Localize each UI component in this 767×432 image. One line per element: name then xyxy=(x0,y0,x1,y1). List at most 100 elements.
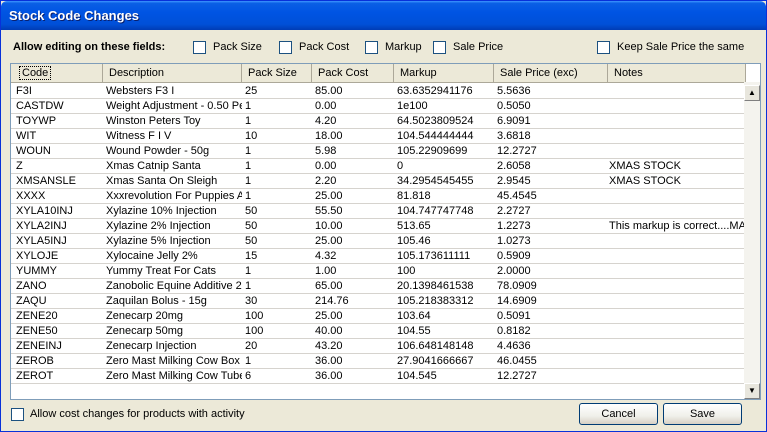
cell-pack-cost[interactable]: 4.20 xyxy=(315,114,393,128)
cell-sale-price[interactable]: 1.2273 xyxy=(497,219,605,233)
cell-notes[interactable]: XMAS STOCK xyxy=(609,159,745,173)
cell-code[interactable]: WIT xyxy=(16,129,102,143)
cell-markup[interactable]: 64.5023809524 xyxy=(397,114,493,128)
cell-pack-cost[interactable]: 214.76 xyxy=(315,294,393,308)
cell-pack-cost[interactable]: 0.00 xyxy=(315,159,393,173)
cell-description[interactable]: Yummy Treat For Cats xyxy=(106,264,242,278)
cell-notes[interactable] xyxy=(609,324,745,338)
checkbox-box[interactable] xyxy=(433,41,446,54)
cell-pack-cost[interactable]: 43.20 xyxy=(315,339,393,353)
cell-pack-cost[interactable]: 36.00 xyxy=(315,354,393,368)
cell-pack-cost[interactable]: 25.00 xyxy=(315,309,393,323)
cell-description[interactable]: Websters F3 I xyxy=(106,84,242,98)
cell-markup[interactable]: 104.545 xyxy=(397,369,493,383)
cell-sale-price[interactable]: 12.2727 xyxy=(497,369,605,383)
cell-description[interactable]: Weight Adjustment - 0.50 Pe xyxy=(106,99,242,113)
table-row[interactable]: YUMMY Yummy Treat For Cats 1 1.00 100 2.0000 xyxy=(11,263,746,279)
table-row[interactable]: XYLA2INJ Xylazine 2% Injection 50 10.00 513.… xyxy=(11,218,746,234)
cell-pack-cost[interactable]: 85.00 xyxy=(315,84,393,98)
cell-pack-cost[interactable]: 2.20 xyxy=(315,174,393,188)
cell-sale-price[interactable]: 14.6909 xyxy=(497,294,605,308)
checkbox-box[interactable] xyxy=(11,408,24,421)
cell-notes[interactable]: This markup is correct....MA xyxy=(609,219,745,233)
cell-markup[interactable]: 34.2954545455 xyxy=(397,174,493,188)
cell-notes[interactable] xyxy=(609,189,745,203)
cell-pack-cost[interactable]: 10.00 xyxy=(315,219,393,233)
cell-pack-cost[interactable]: 0.00 xyxy=(315,99,393,113)
column-header-markup[interactable]: Markup xyxy=(394,64,494,82)
checkbox-box[interactable] xyxy=(279,41,292,54)
cell-sale-price[interactable]: 2.6058 xyxy=(497,159,605,173)
cell-code[interactable]: ZEROB xyxy=(16,354,102,368)
cell-description[interactable]: Xylazine 5% Injection xyxy=(106,234,242,248)
cell-pack-size[interactable]: 1 xyxy=(245,264,309,278)
cell-notes[interactable] xyxy=(609,279,745,293)
cell-pack-size[interactable]: 25 xyxy=(245,84,309,98)
table-row[interactable]: ZEROB Zero Mast Milking Cow Box 1 36.00 27.9… xyxy=(11,353,746,369)
cell-code[interactable]: ZAQU xyxy=(16,294,102,308)
cell-pack-size[interactable]: 50 xyxy=(245,234,309,248)
cell-pack-size[interactable]: 50 xyxy=(245,219,309,233)
cell-code[interactable]: Z xyxy=(16,159,102,173)
cell-pack-cost[interactable]: 36.00 xyxy=(315,369,393,383)
cell-pack-size[interactable]: 15 xyxy=(245,249,309,263)
cell-markup[interactable]: 105.173611111 xyxy=(397,249,493,263)
cell-markup[interactable]: 103.64 xyxy=(397,309,493,323)
checkbox-box[interactable] xyxy=(365,41,378,54)
cell-markup[interactable]: 1e100 xyxy=(397,99,493,113)
cell-markup[interactable]: 81.818 xyxy=(397,189,493,203)
cell-code[interactable]: XMSANSLE xyxy=(16,174,102,188)
cell-markup[interactable]: 27.9041666667 xyxy=(397,354,493,368)
cell-sale-price[interactable]: 2.2727 xyxy=(497,204,605,218)
cell-sale-price[interactable]: 46.0455 xyxy=(497,354,605,368)
table-row[interactable]: CASTDW Weight Adjustment - 0.50 Pe 1 0.00 1e… xyxy=(11,98,746,114)
cell-code[interactable]: F3I xyxy=(16,84,102,98)
cell-sale-price[interactable]: 12.2727 xyxy=(497,144,605,158)
cell-pack-size[interactable]: 1 xyxy=(245,189,309,203)
cell-description[interactable]: Witness F I V xyxy=(106,129,242,143)
save-button[interactable]: Save xyxy=(663,403,742,425)
checkbox-box[interactable] xyxy=(597,41,610,54)
cell-pack-size[interactable]: 1 xyxy=(245,279,309,293)
cell-code[interactable]: CASTDW xyxy=(16,99,102,113)
cell-markup[interactable]: 20.1398461538 xyxy=(397,279,493,293)
stock-code-grid[interactable]: Code Description Pack Size Pack Cost Mar… xyxy=(10,63,761,400)
scroll-up-arrow-icon[interactable]: ▲ xyxy=(744,85,760,101)
cell-notes[interactable] xyxy=(609,294,745,308)
table-row[interactable]: ZAQU Zaquilan Bolus - 15g 30 214.76 105.2183… xyxy=(11,293,746,309)
cell-sale-price[interactable]: 2.9545 xyxy=(497,174,605,188)
table-row[interactable]: XYLOJE Xylocaine Jelly 2% 15 4.32 105.173611… xyxy=(11,248,746,264)
table-row[interactable]: ZENE20 Zenecarp 20mg 100 25.00 103.64 0.5091 xyxy=(11,308,746,324)
cancel-button[interactable]: Cancel xyxy=(579,403,658,425)
cell-code[interactable]: ZENE50 xyxy=(16,324,102,338)
cell-pack-cost[interactable]: 25.00 xyxy=(315,189,393,203)
cell-pack-cost[interactable]: 5.98 xyxy=(315,144,393,158)
cell-pack-size[interactable]: 50 xyxy=(245,204,309,218)
cell-markup[interactable]: 105.22909699 xyxy=(397,144,493,158)
cell-pack-size[interactable]: 1 xyxy=(245,174,309,188)
cell-description[interactable]: Zenecarp 50mg xyxy=(106,324,242,338)
cell-description[interactable]: Zero Mast Milking Cow Box xyxy=(106,354,242,368)
cell-code[interactable]: XYLA5INJ xyxy=(16,234,102,248)
cell-markup[interactable]: 106.648148148 xyxy=(397,339,493,353)
cell-notes[interactable] xyxy=(609,234,745,248)
column-header-sale-price[interactable]: Sale Price (exc) xyxy=(494,64,608,82)
cell-description[interactable]: Zenecarp 20mg xyxy=(106,309,242,323)
cell-description[interactable]: Xylazine 2% Injection xyxy=(106,219,242,233)
cell-description[interactable]: Xylazine 10% Injection xyxy=(106,204,242,218)
cell-notes[interactable] xyxy=(609,129,745,143)
cell-description[interactable]: Xxxrevolution For Puppies Ar xyxy=(106,189,242,203)
cell-notes[interactable] xyxy=(609,339,745,353)
table-row[interactable]: WIT Witness F I V 10 18.00 104.544444444 3.68… xyxy=(11,128,746,144)
cell-sale-price[interactable]: 0.5050 xyxy=(497,99,605,113)
table-row[interactable]: ZEROT Zero Mast Milking Cow Tube 6 36.00 104… xyxy=(11,368,746,384)
cell-markup[interactable]: 105.218383312 xyxy=(397,294,493,308)
table-row[interactable]: Z Xmas Catnip Santa 1 0.00 0 2.6058 XMAS STOCK xyxy=(11,158,746,174)
cell-pack-cost[interactable]: 65.00 xyxy=(315,279,393,293)
cell-markup[interactable]: 63.6352941176 xyxy=(397,84,493,98)
cell-sale-price[interactable]: 0.5091 xyxy=(497,309,605,323)
cell-markup[interactable]: 104.544444444 xyxy=(397,129,493,143)
cell-code[interactable]: ZENEINJ xyxy=(16,339,102,353)
cell-pack-size[interactable]: 1 xyxy=(245,144,309,158)
cell-notes[interactable] xyxy=(609,264,745,278)
